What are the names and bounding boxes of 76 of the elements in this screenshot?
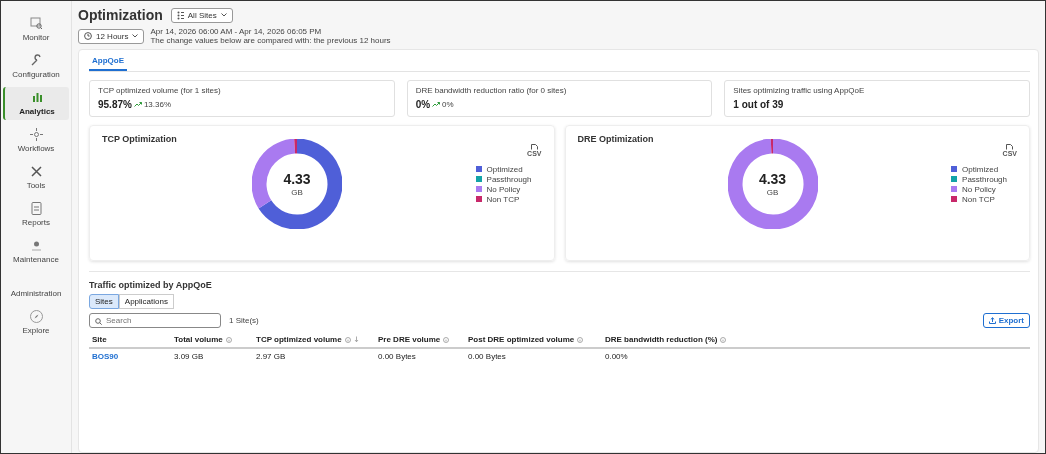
total-value: 4.33 bbox=[283, 171, 311, 187]
site-filter[interactable]: All Sites bbox=[170, 7, 233, 23]
chevron-icon bbox=[132, 34, 139, 38]
nav-item[interactable]: Tools bbox=[3, 161, 69, 194]
document-icon bbox=[530, 144, 538, 150]
report-icon bbox=[28, 201, 44, 216]
table-cell: 3.09 GB bbox=[174, 352, 204, 361]
legend-label: Passthrough bbox=[962, 174, 1007, 184]
search-icon bbox=[95, 318, 102, 325]
column-header: Site bbox=[92, 335, 107, 344]
nav-item[interactable]: Explore bbox=[3, 306, 69, 339]
tools-icon bbox=[28, 164, 44, 179]
column-header: TCP optimized volume bbox=[256, 335, 342, 344]
info-icon bbox=[225, 336, 232, 343]
kpi-value: 95.87% bbox=[98, 99, 132, 110]
total-value: 4.33 bbox=[758, 171, 787, 187]
legend-label: No Policy bbox=[486, 184, 521, 194]
view-toggle[interactable]: Sites bbox=[89, 294, 119, 309]
legend-label: Non TCP bbox=[486, 194, 520, 204]
nav-item[interactable]: Reports bbox=[3, 198, 69, 231]
comparison-note: The change values below are compared with: the previous 12 hours bbox=[150, 36, 391, 45]
upload-icon bbox=[988, 317, 996, 324]
result-count: 1 Site(s) bbox=[229, 316, 259, 325]
table-cell: 0.00% bbox=[605, 352, 628, 361]
workflow-icon bbox=[28, 127, 44, 142]
kpi-change: 13.36% bbox=[143, 100, 172, 109]
nav-item[interactable]: Workflows bbox=[3, 124, 69, 157]
total-unit: GB bbox=[766, 188, 779, 197]
kpi-label: TCP optimized volume (for 1 sites) bbox=[98, 86, 222, 95]
search-field[interactable]: Search bbox=[89, 313, 221, 328]
sort-icon bbox=[353, 336, 359, 343]
kpi-label: DRE bandwidth reduction ratio (for 0 sites) bbox=[415, 86, 568, 95]
page-title: Optimization bbox=[78, 7, 163, 23]
chart-title: DRE Optimization bbox=[577, 134, 654, 146]
table-cell: 0.00 Bytes bbox=[468, 352, 506, 361]
view-toggle[interactable]: Applications bbox=[118, 294, 174, 309]
column-header: Post DRE optimized volume bbox=[468, 335, 575, 344]
kpi-value: 1 out of 39 bbox=[733, 99, 784, 110]
legend-label: Non TCP bbox=[962, 194, 995, 204]
column-header: Pre DRE volume bbox=[378, 335, 441, 344]
chevron-icon bbox=[220, 13, 227, 17]
clock-icon bbox=[84, 32, 92, 40]
export-button[interactable]: Export bbox=[982, 313, 1030, 328]
tab[interactable]: AppQoE bbox=[89, 52, 127, 71]
table-cell: 0.00 Bytes bbox=[378, 352, 416, 361]
document-icon bbox=[1006, 144, 1014, 150]
kpi-value: 0% bbox=[415, 99, 431, 110]
compass-icon bbox=[28, 309, 44, 324]
section-title: Traffic optimized by AppQoE bbox=[89, 280, 213, 290]
info-icon bbox=[577, 336, 584, 343]
date-range: Apr 14, 2026 06:00 AM - Apr 14, 2026 06:05 PM bbox=[150, 27, 323, 36]
total-unit: GB bbox=[291, 188, 303, 197]
grid-icon bbox=[176, 10, 184, 20]
info-icon bbox=[443, 336, 450, 343]
info-icon bbox=[720, 336, 727, 343]
info-icon bbox=[344, 336, 351, 343]
trend-icon bbox=[432, 102, 441, 107]
time-range-dropdown[interactable]: 12 Hours bbox=[78, 28, 145, 44]
table-cell: 2.97 GB bbox=[256, 352, 286, 361]
nav-item[interactable]: Administration bbox=[3, 286, 69, 302]
legend-label: Passthrough bbox=[486, 174, 532, 184]
column-header: DRE bandwidth reduction (%) bbox=[605, 335, 718, 344]
nav-item[interactable]: Analytics bbox=[3, 87, 69, 120]
kpi-change: 0% bbox=[442, 100, 454, 109]
column-header: Total volume bbox=[174, 335, 223, 344]
nav-item[interactable]: Maintenance bbox=[3, 235, 69, 268]
monitor-search-icon bbox=[28, 16, 44, 31]
legend-label: Optimized bbox=[962, 164, 999, 174]
kpi-label: Sites optimizing traffic using AppQoE bbox=[733, 86, 866, 95]
nav-item[interactable]: Configuration bbox=[3, 50, 69, 83]
nav-item[interactable]: Monitor bbox=[3, 13, 69, 46]
legend-label: Optimized bbox=[486, 164, 523, 174]
trend-icon bbox=[133, 102, 142, 107]
site-link[interactable]: BOS90 bbox=[92, 352, 119, 361]
chart-title: TCP Optimization bbox=[102, 134, 177, 146]
legend-label: No Policy bbox=[962, 184, 996, 194]
